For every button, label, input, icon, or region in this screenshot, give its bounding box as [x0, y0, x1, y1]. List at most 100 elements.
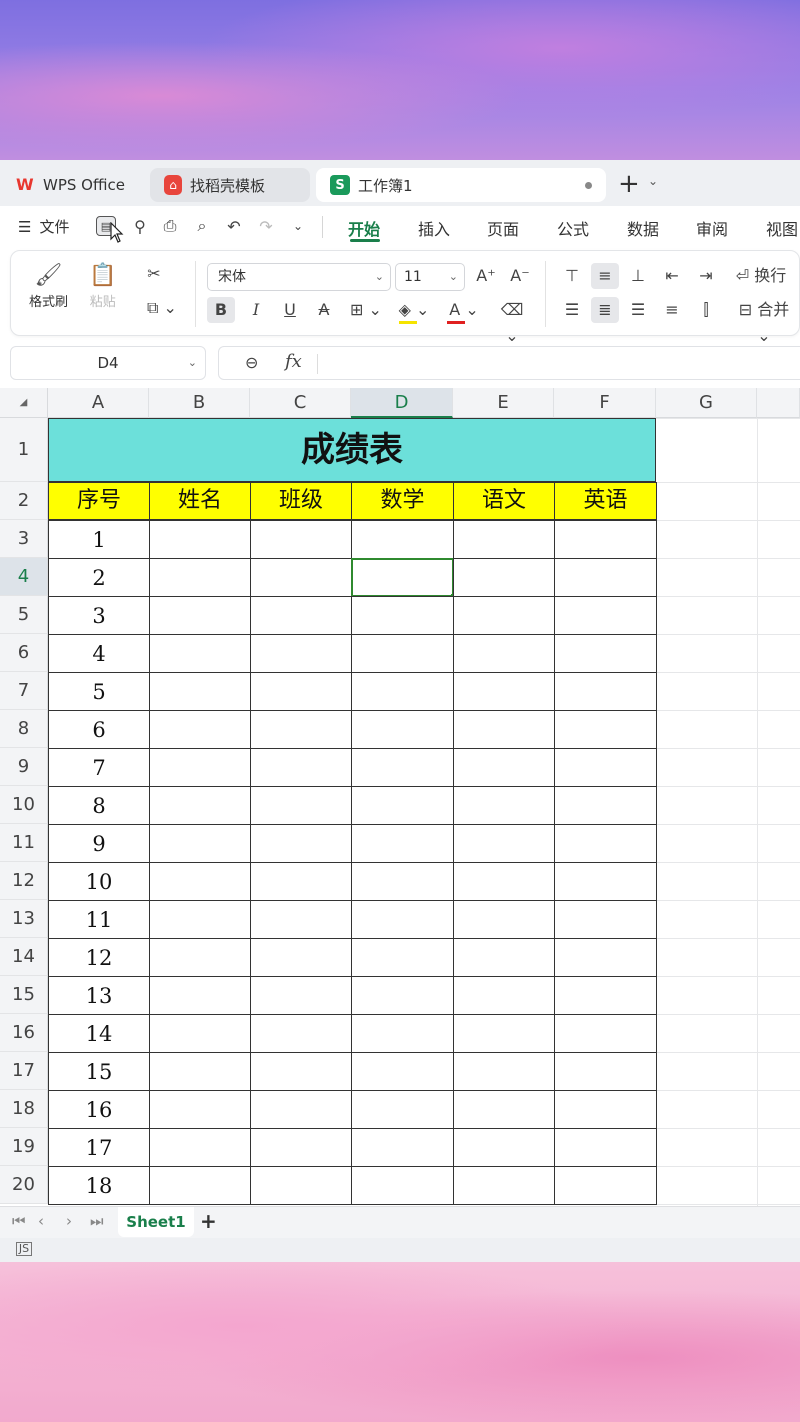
- serial-number-cell[interactable]: 11: [48, 900, 150, 939]
- next-sheet-icon[interactable]: ›: [66, 1212, 72, 1230]
- function-fx-icon[interactable]: fx: [285, 351, 302, 372]
- tab-formula[interactable]: 公式: [557, 216, 589, 240]
- table-cell[interactable]: [351, 558, 454, 597]
- paste-button[interactable]: 📋 粘贴: [89, 261, 116, 310]
- align-middle-icon[interactable]: ≡: [591, 263, 619, 289]
- table-cell[interactable]: [250, 938, 352, 977]
- table-cell[interactable]: [351, 672, 454, 711]
- table-cell[interactable]: [351, 1052, 454, 1091]
- table-cell[interactable]: [351, 1014, 454, 1053]
- table-cell[interactable]: [453, 596, 555, 635]
- row-header-20[interactable]: 20: [0, 1166, 48, 1204]
- select-all-corner[interactable]: ◢: [0, 388, 48, 418]
- file-menu-button[interactable]: ☰ 文件: [18, 216, 69, 237]
- table-cell[interactable]: [453, 1052, 555, 1091]
- cut-icon[interactable]: ✂: [141, 261, 167, 287]
- undo-icon[interactable]: ↶: [222, 214, 246, 238]
- table-cell[interactable]: [453, 634, 555, 673]
- table-cell[interactable]: [250, 520, 352, 559]
- table-cell[interactable]: [149, 1090, 251, 1129]
- column-header-d[interactable]: D: [351, 388, 453, 418]
- table-cell[interactable]: [149, 558, 251, 597]
- table-cell[interactable]: [453, 672, 555, 711]
- serial-number-cell[interactable]: 2: [48, 558, 150, 597]
- tab-list-chevron-icon[interactable]: ⌄: [648, 174, 658, 188]
- table-header-cell[interactable]: 序号: [48, 482, 150, 520]
- row-header-11[interactable]: 11: [0, 824, 48, 862]
- table-cell[interactable]: [554, 1128, 657, 1167]
- table-cell[interactable]: [453, 748, 555, 787]
- column-header-g[interactable]: G: [656, 388, 757, 418]
- font-family-select[interactable]: 宋体 ⌄: [207, 263, 391, 291]
- table-cell[interactable]: [351, 634, 454, 673]
- serial-number-cell[interactable]: 3: [48, 596, 150, 635]
- table-cell[interactable]: [554, 634, 657, 673]
- table-cell[interactable]: [453, 1128, 555, 1167]
- justify-icon[interactable]: ≡: [659, 297, 685, 323]
- column-header-a[interactable]: A: [48, 388, 149, 418]
- increase-indent-icon[interactable]: ⇥: [693, 263, 719, 289]
- row-header-13[interactable]: 13: [0, 900, 48, 938]
- tab-review[interactable]: 审阅: [696, 216, 728, 240]
- table-cell[interactable]: [149, 520, 251, 559]
- table-cell[interactable]: [554, 976, 657, 1015]
- tab-page[interactable]: 页面: [487, 216, 519, 240]
- row-header-7[interactable]: 7: [0, 672, 48, 710]
- distributed-align-icon[interactable]: ⫿: [693, 297, 719, 323]
- table-cell[interactable]: [453, 862, 555, 901]
- table-cell[interactable]: [554, 1014, 657, 1053]
- tab-daoke-templates[interactable]: ⌂ 找稻壳模板: [150, 168, 310, 202]
- formula-bar[interactable]: ⊖ fx: [218, 346, 800, 380]
- table-cell[interactable]: [351, 1166, 454, 1205]
- table-cell[interactable]: [351, 1090, 454, 1129]
- table-cell[interactable]: [149, 634, 251, 673]
- table-cell[interactable]: [453, 520, 555, 559]
- increase-font-icon[interactable]: A⁺: [473, 263, 499, 289]
- table-cell[interactable]: [554, 748, 657, 787]
- column-header-f[interactable]: F: [554, 388, 656, 418]
- row-header-5[interactable]: 5: [0, 596, 48, 634]
- align-right-icon[interactable]: ☰: [625, 297, 651, 323]
- serial-number-cell[interactable]: 4: [48, 634, 150, 673]
- column-header-b[interactable]: B: [149, 388, 250, 418]
- table-cell[interactable]: [149, 1128, 251, 1167]
- font-color-icon[interactable]: A ⌄: [445, 297, 483, 323]
- tab-insert[interactable]: 插入: [418, 216, 450, 240]
- table-cell[interactable]: [554, 938, 657, 977]
- last-sheet-icon[interactable]: ⏭: [90, 1212, 104, 1230]
- tab-data[interactable]: 数据: [627, 216, 659, 240]
- table-cell[interactable]: [351, 824, 454, 863]
- table-cell[interactable]: [554, 710, 657, 749]
- table-cell[interactable]: [250, 862, 352, 901]
- row-header-3[interactable]: 3: [0, 520, 48, 558]
- table-cell[interactable]: [351, 786, 454, 825]
- table-cell[interactable]: [149, 1166, 251, 1205]
- table-cell[interactable]: [453, 786, 555, 825]
- table-cell[interactable]: [250, 1014, 352, 1053]
- table-cell[interactable]: [554, 1166, 657, 1205]
- unsaved-dot-icon[interactable]: [585, 182, 592, 189]
- underline-button[interactable]: U: [277, 297, 303, 323]
- row-header-12[interactable]: 12: [0, 862, 48, 900]
- table-cell[interactable]: [149, 862, 251, 901]
- table-cell[interactable]: [149, 938, 251, 977]
- table-cell[interactable]: [554, 596, 657, 635]
- copy-icon[interactable]: ⧉ ⌄: [143, 295, 181, 321]
- row-header-2[interactable]: 2: [0, 482, 48, 520]
- redo-icon[interactable]: ↷: [254, 214, 278, 238]
- table-cell[interactable]: [149, 710, 251, 749]
- table-cell[interactable]: [250, 786, 352, 825]
- column-header-e[interactable]: E: [453, 388, 554, 418]
- table-header-cell[interactable]: 语文: [453, 482, 555, 520]
- table-cell[interactable]: [351, 710, 454, 749]
- table-cell[interactable]: [453, 900, 555, 939]
- table-header-cell[interactable]: 姓名: [149, 482, 251, 520]
- table-cell[interactable]: [149, 1052, 251, 1091]
- row-header-4[interactable]: 4: [0, 558, 48, 596]
- row-header-19[interactable]: 19: [0, 1128, 48, 1166]
- row-header-9[interactable]: 9: [0, 748, 48, 786]
- table-cell[interactable]: [554, 520, 657, 559]
- table-cell[interactable]: [250, 900, 352, 939]
- serial-number-cell[interactable]: 7: [48, 748, 150, 787]
- row-header-17[interactable]: 17: [0, 1052, 48, 1090]
